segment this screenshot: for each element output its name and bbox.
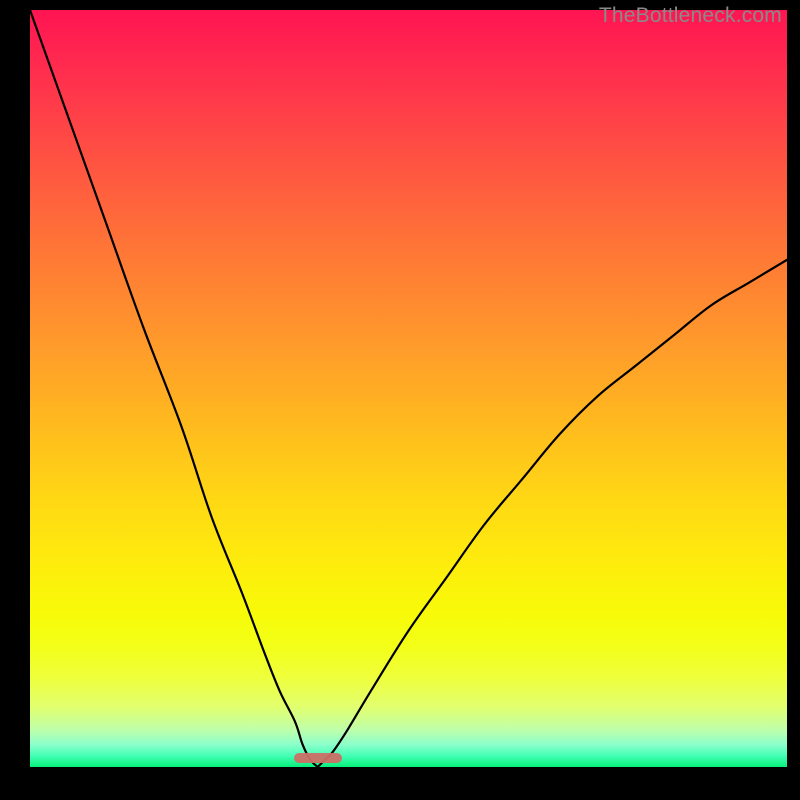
curve-layer <box>30 10 787 767</box>
curve-right <box>318 260 787 767</box>
plot-area <box>30 10 787 767</box>
optimum-marker <box>294 753 342 763</box>
chart-stage: TheBottleneck.com <box>0 0 800 800</box>
curve-left <box>30 10 318 767</box>
watermark-text: TheBottleneck.com <box>599 4 782 28</box>
